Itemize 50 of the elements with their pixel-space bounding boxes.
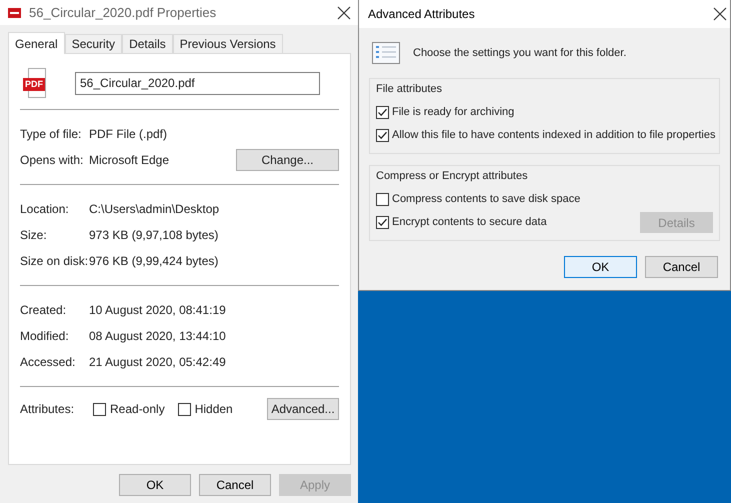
property-value: Microsoft Edge	[89, 152, 170, 169]
property-value: C:\Users\admin\Desktop	[89, 201, 220, 218]
property-label: Size:	[20, 227, 48, 244]
property-label: Accessed:	[20, 354, 76, 371]
tab[interactable]: Details	[122, 34, 173, 53]
close-icon[interactable]	[713, 7, 727, 21]
property-value: 08 August 2020, 13:44:10	[89, 328, 227, 345]
change-button[interactable]: Change...	[236, 149, 339, 171]
checkbox-label[interactable]: Hidden	[194, 400, 233, 418]
checkbox-label[interactable]: File is ready for archiving	[392, 104, 514, 121]
file-name-field[interactable]: 56_Circular_2020.pdf	[75, 72, 320, 94]
property-value: 976 KB (9,99,424 bytes)	[89, 253, 220, 270]
dialog-button[interactable]: OK	[119, 474, 191, 496]
checkbox-label[interactable]: Compress contents to save disk space	[392, 191, 580, 208]
property-label: Created:	[20, 302, 68, 319]
advanced-button[interactable]: Advanced...	[267, 398, 339, 420]
window-title: 56_Circular_2020.pdf Properties	[29, 4, 218, 22]
checkbox[interactable]	[93, 402, 106, 416]
property-value: 21 August 2020, 05:42:49	[89, 354, 227, 371]
close-icon[interactable]	[337, 6, 351, 20]
dialog-button[interactable]: Cancel	[199, 474, 271, 496]
property-value: 973 KB (9,97,108 bytes)	[89, 227, 220, 244]
property-value: 10 August 2020, 08:41:19	[89, 302, 227, 319]
tab[interactable]: Previous Versions	[172, 34, 283, 53]
dialog-title: Advanced Attributes	[368, 6, 476, 23]
checkbox-label[interactable]: Read-only	[110, 400, 165, 418]
property-label: Type of file:	[20, 126, 82, 143]
pdf-file-icon	[8, 8, 21, 18]
dialog-button[interactable]: OK	[564, 256, 637, 278]
checkbox[interactable]	[376, 106, 389, 119]
checkbox-label[interactable]: Encrypt contents to secure data	[392, 214, 547, 231]
group-title: File attributes	[376, 82, 444, 97]
checklist-icon	[372, 42, 400, 64]
checkbox[interactable]	[178, 402, 191, 416]
dialog-description: Choose the settings you want for this folder.	[413, 46, 626, 61]
dialog-button[interactable]: Cancel	[645, 256, 718, 278]
property-label: Modified:	[20, 328, 70, 345]
checkbox-label[interactable]: Allow this file to have contents indexed in addition to file properties	[392, 127, 716, 144]
file-type-label: PDF	[23, 78, 45, 91]
checkbox[interactable]	[376, 129, 389, 142]
property-value: PDF File (.pdf)	[89, 126, 168, 143]
tab[interactable]: General	[8, 32, 65, 54]
tab[interactable]: Security	[64, 34, 122, 53]
checkbox[interactable]	[376, 193, 389, 206]
property-label: Opens with:	[20, 152, 84, 169]
property-label: Attributes:	[20, 401, 76, 418]
property-label: Location:	[20, 201, 70, 218]
group-title: Compress or Encrypt attributes	[376, 169, 529, 184]
property-label: Size on disk:	[20, 253, 89, 270]
checkbox[interactable]	[376, 216, 389, 229]
